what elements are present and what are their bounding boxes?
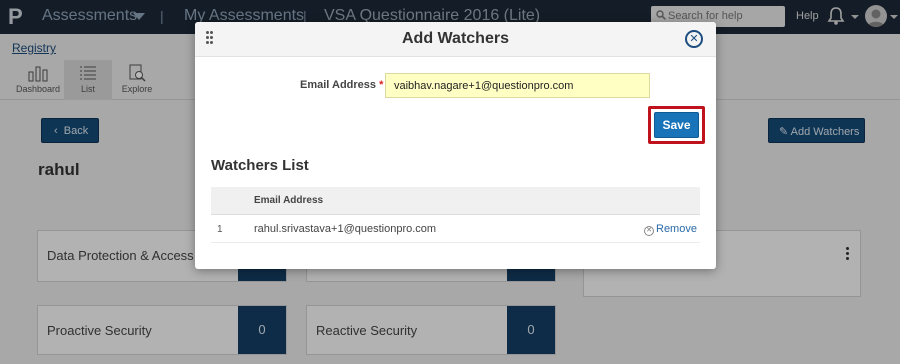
dialog-title: Add Watchers <box>402 30 509 47</box>
watchers-table: Email Address 1 rahul.srivastava+1@quest… <box>211 187 700 243</box>
close-icon[interactable]: ✕ <box>685 30 703 48</box>
email-field-label: Email Address * <box>300 79 383 91</box>
column-header-email: Email Address <box>254 195 324 206</box>
email-field[interactable] <box>385 73 650 98</box>
table-row: 1 rahul.srivastava+1@questionpro.com ✕ Re… <box>211 215 700 243</box>
dialog-header[interactable]: Add Watchers ✕ <box>195 22 716 57</box>
row-index: 1 <box>217 224 223 235</box>
save-button[interactable]: Save <box>654 112 699 138</box>
remove-button[interactable]: ✕ Remove <box>644 223 697 236</box>
remove-icon: ✕ <box>644 226 654 236</box>
required-marker: * <box>379 79 384 91</box>
watchers-list-title: Watchers List <box>211 157 309 174</box>
add-watchers-dialog: Add Watchers ✕ Email Address * Save Watc… <box>195 22 716 269</box>
save-button-highlight: Save <box>648 106 705 144</box>
remove-label: Remove <box>656 223 697 235</box>
watcher-email: rahul.srivastava+1@questionpro.com <box>254 223 437 235</box>
table-header: Email Address <box>211 187 700 215</box>
email-label-text: Email Address <box>300 79 377 91</box>
